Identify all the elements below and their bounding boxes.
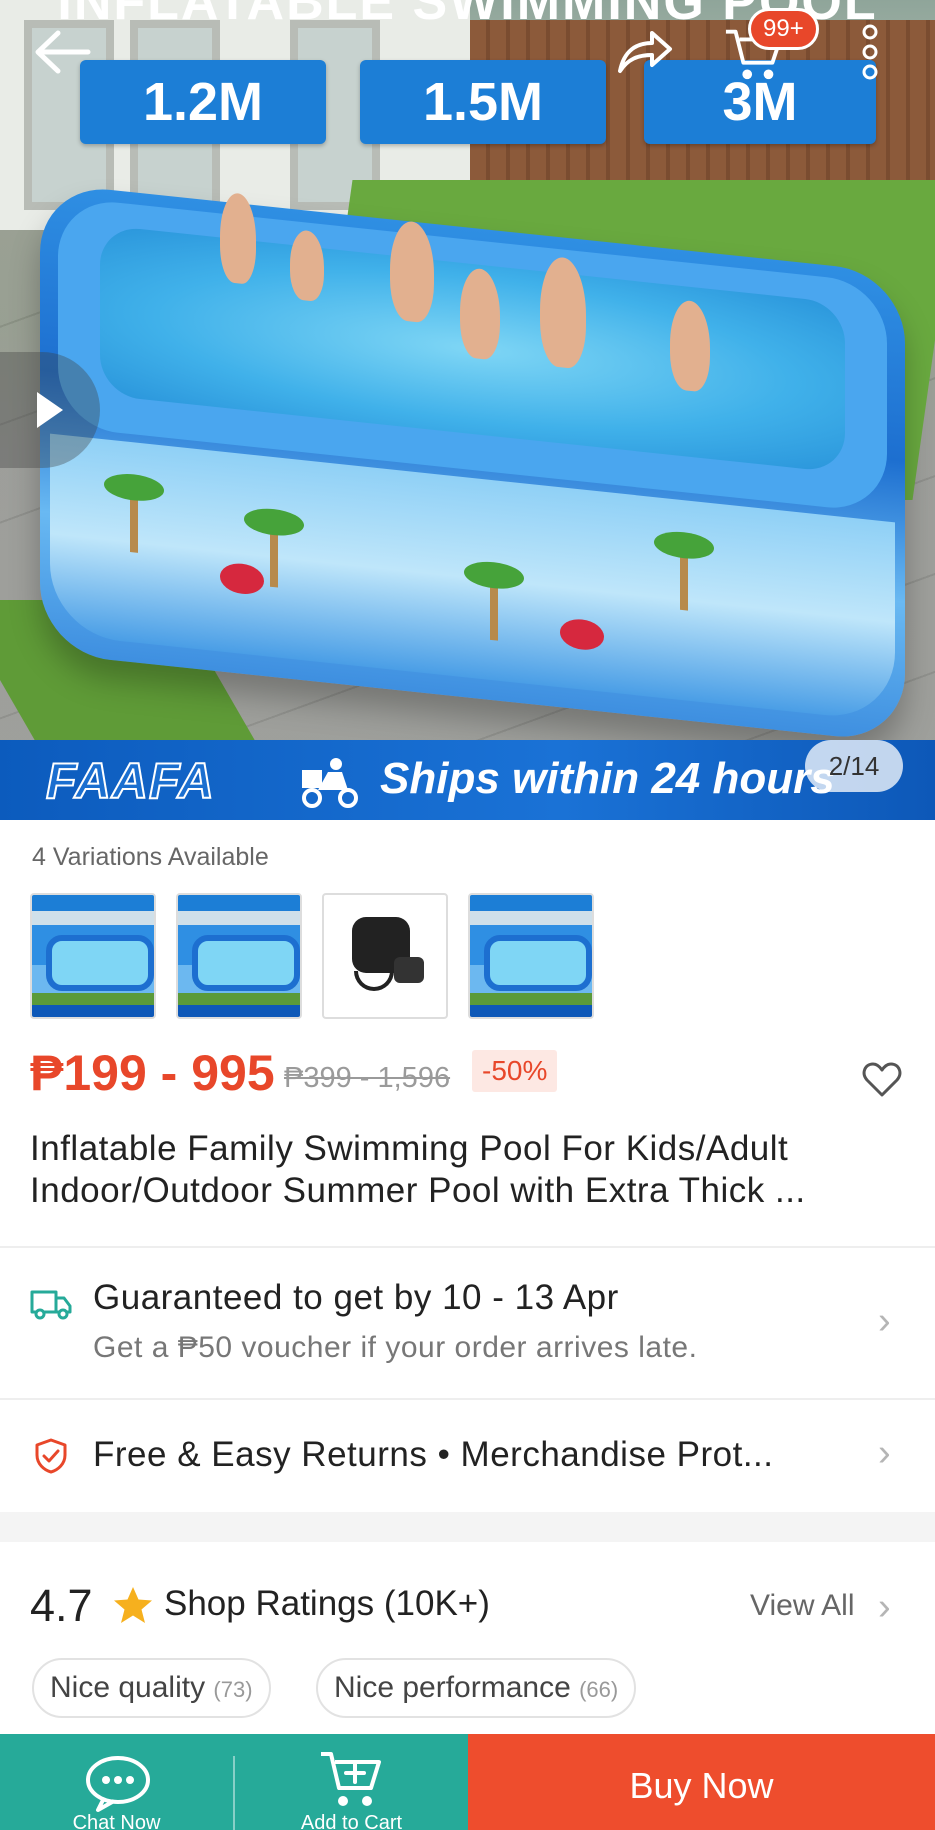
image-counter: 2/14 (805, 740, 903, 792)
play-icon (37, 392, 63, 428)
chip-label: Nice quality (50, 1671, 206, 1704)
size-badge: 1.2M (80, 60, 326, 144)
chat-now-button[interactable]: Chat Now (0, 1734, 233, 1830)
heart-icon (862, 1062, 902, 1097)
add-to-cart-icon (321, 1752, 381, 1806)
product-title: Inflatable Family Swimming Pool For Kids… (30, 1129, 806, 1210)
delivery-main-text: Guaranteed to get by 10 - 13 Apr (93, 1278, 619, 1317)
chat-now-label: Chat Now (72, 1812, 161, 1830)
chevron-right-icon: › (878, 1432, 891, 1474)
variation-thumb[interactable] (176, 893, 302, 1019)
size-badge: 1.5M (360, 60, 606, 144)
variation-thumbnails (30, 893, 594, 1019)
price-range: ₱199 - 995 (30, 1045, 275, 1101)
buy-now-button[interactable]: Buy Now (468, 1734, 935, 1830)
returns-text: Free & Easy Returns • Merchandise Prot..… (93, 1435, 774, 1474)
chip-label: Nice performance (334, 1671, 571, 1704)
ships-within-text: Ships within 24 hours (380, 754, 835, 803)
chevron-right-icon: › (878, 1586, 891, 1628)
star-icon (114, 1587, 152, 1623)
palm-decoration (130, 492, 138, 553)
palm-decoration (270, 526, 278, 588)
divider (0, 1246, 935, 1248)
variation-thumb[interactable] (322, 893, 448, 1019)
back-button[interactable] (32, 22, 92, 82)
discount-badge: -50% (472, 1050, 558, 1092)
cart-count-badge: 99+ (748, 8, 819, 50)
rating-tag-chip[interactable]: Nice performance (66) (316, 1658, 637, 1718)
view-all-label: View All (750, 1589, 855, 1622)
chevron-right-icon: › (878, 1300, 891, 1342)
rating-tag-chip[interactable]: Nice quality (73) (32, 1658, 271, 1718)
more-button[interactable] (840, 22, 900, 82)
add-to-cart-label: Add to Cart (300, 1812, 403, 1830)
add-to-cart-button[interactable]: Add to Cart (235, 1734, 468, 1830)
delivery-rider-icon (302, 758, 358, 808)
bottom-action-bar: Chat Now Add to Cart Buy Now (0, 1734, 935, 1830)
chip-count: (73) (213, 1677, 253, 1702)
share-button[interactable] (614, 22, 674, 82)
variation-thumb[interactable] (468, 893, 594, 1019)
more-dots-icon (862, 24, 878, 80)
brand-logo: FAAFA (45, 752, 215, 810)
variations-label: 4 Variations Available (32, 843, 269, 871)
rating-score: 4.7 (30, 1580, 93, 1631)
share-icon (618, 31, 672, 73)
shop-ratings-label: Shop Ratings (10K+) (164, 1584, 490, 1623)
pool-illustration (40, 182, 905, 744)
delivery-sub-text: Get a ₱50 voucher if your order arrives … (93, 1331, 698, 1364)
divider (0, 1398, 935, 1400)
favorite-button[interactable] (862, 1062, 902, 1103)
product-image[interactable]: INFLATABLE SWIMMING POOL 1.2M 1.5M 3M FA… (0, 0, 935, 820)
variation-thumb[interactable] (30, 893, 156, 1019)
shipping-banner: FAAFA Ships within 24 hours (0, 740, 935, 820)
shield-check-icon (35, 1438, 67, 1474)
palm-decoration (490, 579, 498, 641)
arrow-left-icon (35, 30, 91, 74)
palm-decoration (680, 549, 688, 611)
truck-icon (30, 1290, 72, 1320)
original-price: ₱399 - 1,596 (284, 1062, 451, 1094)
chip-count: (66) (579, 1677, 619, 1702)
section-gap (0, 1512, 935, 1542)
chat-icon (86, 1756, 150, 1812)
